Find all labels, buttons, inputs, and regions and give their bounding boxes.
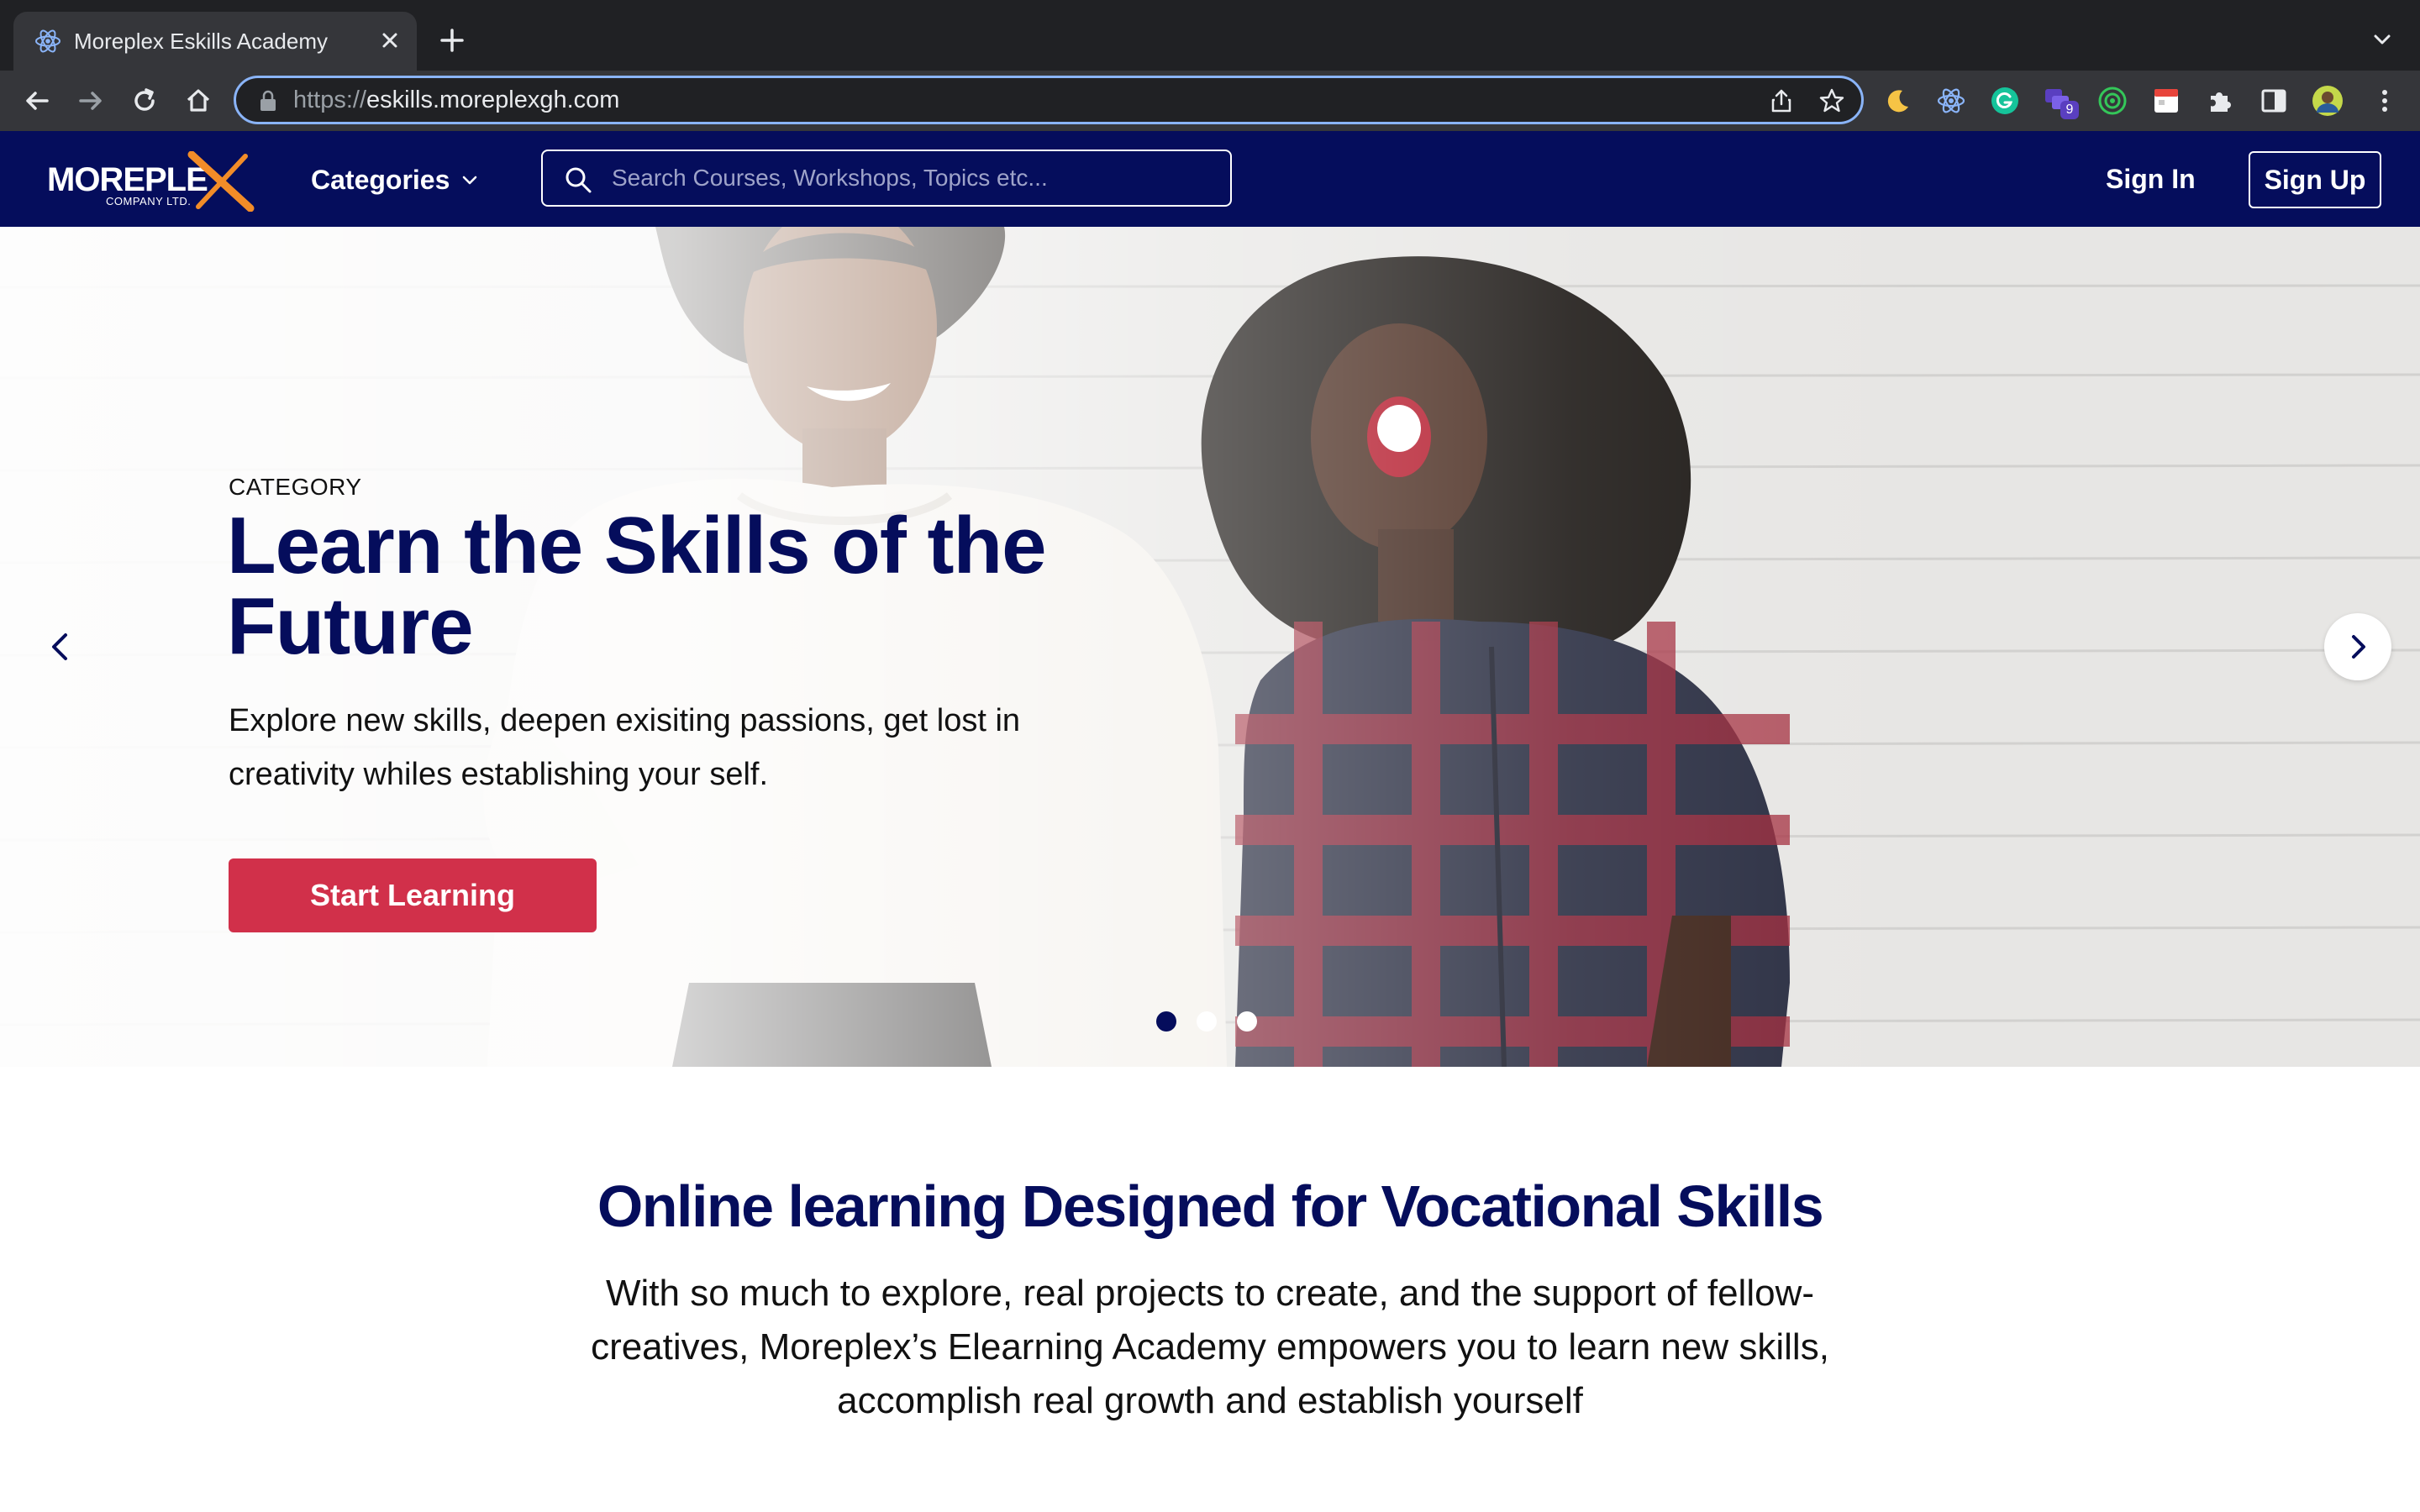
logo-text: MOREPLE xyxy=(47,161,208,198)
side-panel-icon[interactable] xyxy=(2257,84,2291,118)
extension-badge-icon[interactable]: 9 xyxy=(2042,84,2079,119)
hero-title: Learn the Skills of the Future xyxy=(227,501,1047,671)
sign-up-button[interactable]: Sign Up xyxy=(2249,151,2381,208)
search-input[interactable] xyxy=(610,155,1215,202)
moreplex-logo[interactable]: MOREPLE COMPANY LTD. xyxy=(44,150,255,212)
browser-toolbar: https://eskills.moreplexgh.com 9 xyxy=(0,71,2420,131)
back-arrow-icon[interactable] xyxy=(18,82,55,119)
profile-avatar-icon[interactable] xyxy=(2311,84,2344,118)
new-tab-icon[interactable] xyxy=(435,24,469,57)
categories-label: Categories xyxy=(311,164,450,195)
url-text: https://eskills.moreplexgh.com xyxy=(293,87,620,113)
chevron-right-icon xyxy=(2352,635,2365,659)
course-search-box[interactable] xyxy=(541,150,1232,207)
home-icon[interactable] xyxy=(180,82,217,119)
carousel-prev-chevron-icon[interactable] xyxy=(37,623,84,670)
close-tab-icon[interactable] xyxy=(375,25,405,55)
tab-title: Moreplex Eskills Academy xyxy=(74,29,328,54)
carousel-dots xyxy=(1156,1011,1257,1032)
hero-category-label: CATEGORY xyxy=(229,474,362,500)
sign-in-link[interactable]: Sign In xyxy=(2097,155,2204,203)
extension-badge-count: 9 xyxy=(2060,101,2079,119)
lock-icon[interactable] xyxy=(258,90,278,112)
carousel-next-button[interactable] xyxy=(2324,613,2391,680)
carousel-dot-3[interactable] xyxy=(1237,1011,1257,1032)
calendar-extension-icon[interactable] xyxy=(2149,84,2183,118)
intro-paragraph: With so much to explore, real projects t… xyxy=(591,1273,1829,1421)
chevron-down-icon xyxy=(463,176,477,185)
address-bar[interactable]: https://eskills.moreplexgh.com xyxy=(234,76,1864,124)
search-icon xyxy=(566,167,592,193)
tab-search-chevron-icon[interactable] xyxy=(2368,25,2396,54)
dark-mode-moon-icon[interactable] xyxy=(1881,84,1914,118)
target-extension-icon[interactable] xyxy=(2096,84,2129,118)
logo-x-mark-icon xyxy=(187,151,255,212)
browser-tab[interactable]: Moreplex Eskills Academy xyxy=(13,12,417,71)
grammarly-icon[interactable] xyxy=(1988,84,2022,118)
react-devtools-icon[interactable] xyxy=(1934,84,1968,118)
extensions-puzzle-icon[interactable] xyxy=(2203,84,2237,118)
react-favicon-icon xyxy=(35,29,60,53)
intro-heading: Online learning Designed for Vocational … xyxy=(597,1173,1824,1239)
browser-menu-icon[interactable] xyxy=(2368,84,2402,118)
hero-description: Explore new skills, deepen exisiting pas… xyxy=(229,703,1021,792)
logo-subtitle: COMPANY LTD. xyxy=(106,195,192,207)
share-icon[interactable] xyxy=(1767,87,1796,115)
bookmark-star-icon[interactable] xyxy=(1818,87,1846,115)
carousel-dot-1[interactable] xyxy=(1156,1011,1176,1032)
site-header: MOREPLE COMPANY LTD. Categories Sign In … xyxy=(0,131,2420,227)
carousel-dot-2[interactable] xyxy=(1197,1011,1217,1032)
reload-icon[interactable] xyxy=(126,82,163,119)
categories-menu[interactable]: Categories xyxy=(311,161,480,198)
forward-arrow-icon[interactable] xyxy=(72,82,109,119)
browser-tab-strip: Moreplex Eskills Academy xyxy=(0,0,2420,71)
hero-carousel: CATEGORY Learn the Skills of the Future … xyxy=(0,227,2420,1067)
start-learning-button[interactable]: Start Learning xyxy=(229,858,597,932)
